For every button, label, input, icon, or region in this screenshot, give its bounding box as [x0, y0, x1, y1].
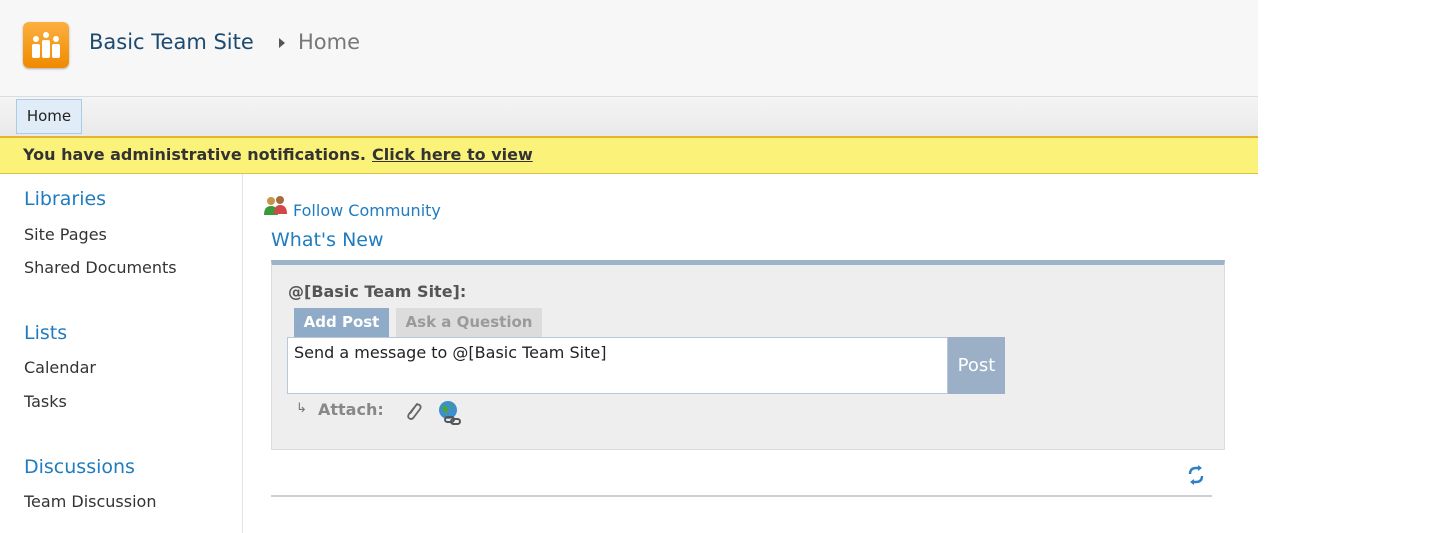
notification-link[interactable]: Click here to view	[372, 145, 533, 164]
nav-heading-discussions[interactable]: Discussions	[24, 456, 135, 478]
team-site-logo-icon[interactable]	[23, 22, 69, 68]
breadcrumb-current-page: Home	[298, 30, 361, 54]
notification-text: You have administrative notifications.	[23, 145, 367, 164]
mention-target: @[Basic Team Site]:	[288, 282, 467, 301]
attach-arrow-icon: ↳	[296, 401, 307, 416]
nav-item-calendar[interactable]: Calendar	[24, 358, 96, 377]
breadcrumb-arrow-icon	[279, 38, 285, 48]
admin-notification-bar: You have administrative notifications. Cl…	[0, 136, 1258, 174]
nav-heading-libraries[interactable]: Libraries	[24, 188, 106, 210]
nav-item-site-pages[interactable]: Site Pages	[24, 225, 107, 244]
feed-divider	[271, 495, 1212, 497]
nav-item-tasks[interactable]: Tasks	[24, 392, 67, 411]
globe-link-icon[interactable]	[436, 399, 464, 427]
nav-heading-lists[interactable]: Lists	[24, 322, 67, 344]
follow-community-link[interactable]: Follow Community	[293, 201, 441, 220]
tab-add-post[interactable]: Add Post	[294, 308, 389, 337]
site-header: Basic Team Site Home	[0, 0, 1258, 97]
refresh-icon[interactable]	[1186, 464, 1206, 486]
message-input[interactable]: Send a message to @[Basic Team Site]	[287, 337, 948, 394]
whats-new-heading: What's New	[271, 229, 384, 251]
nav-item-shared-documents[interactable]: Shared Documents	[24, 258, 177, 277]
paperclip-icon[interactable]	[403, 400, 425, 422]
nav-item-team-discussion[interactable]: Team Discussion	[24, 492, 156, 511]
page-margin	[1258, 0, 1452, 533]
attach-label: Attach:	[318, 400, 384, 419]
page-frame: Basic Team Site Home Home You have admin…	[0, 0, 1258, 533]
tab-ask-question[interactable]: Ask a Question	[396, 308, 542, 337]
tab-home[interactable]: Home	[16, 99, 82, 134]
site-title[interactable]: Basic Team Site	[89, 30, 254, 54]
top-navigation: Home	[0, 97, 1258, 136]
follow-people-icon	[264, 196, 287, 215]
post-button[interactable]: Post	[948, 337, 1005, 394]
